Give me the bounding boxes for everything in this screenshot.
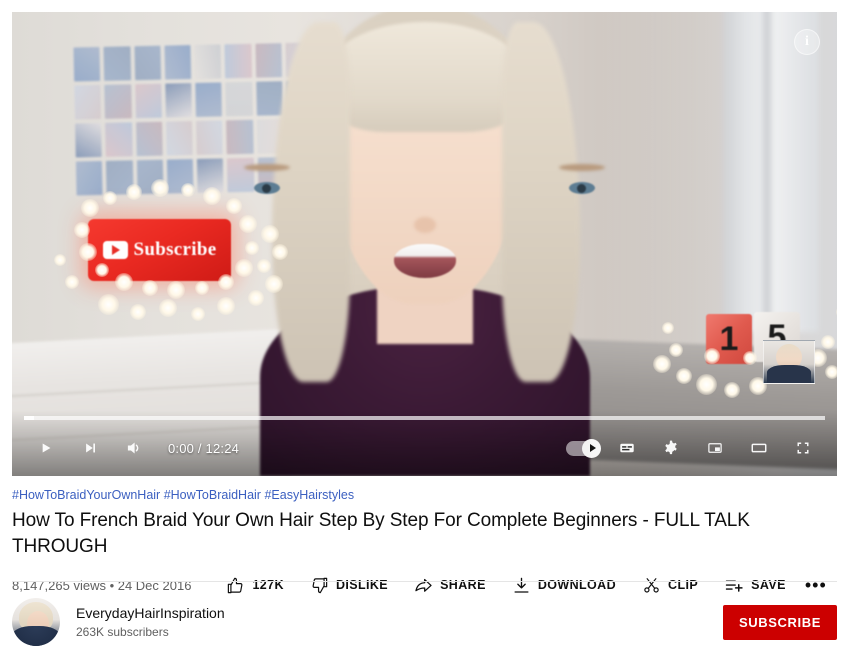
control-bar: 0:00 / 12:24 [12, 428, 837, 468]
thumbs-up-icon [226, 576, 245, 595]
miniplayer-icon[interactable] [695, 428, 735, 468]
window-frame [723, 12, 819, 332]
video-title: How To French Braid Your Own Hair Step B… [12, 510, 750, 557]
subscribe-lightbox: Subscribe [88, 219, 231, 281]
autoplay-toggle[interactable] [563, 428, 603, 468]
wall-photo [135, 121, 163, 157]
youtube-watch-page: Subscribe 1 5 i 0:00 / 12:24 #HowToBraid… [0, 0, 849, 658]
channel-name[interactable]: EverydayHairInspiration [76, 603, 225, 623]
wall-photo [224, 43, 252, 79]
wall-photo [74, 84, 102, 120]
settings-gear-icon[interactable] [651, 428, 691, 468]
view-count-and-date: 8,147,265 views • 24 Dec 2016 [12, 577, 192, 593]
wall-photo [104, 84, 132, 119]
wall-photo [226, 119, 254, 155]
subscriber-count: 263K subscribers [76, 625, 169, 639]
video-player[interactable]: Subscribe 1 5 i 0:00 / 12:24 [12, 12, 837, 476]
autoplay-knob [582, 438, 601, 458]
video-preview-thumbnail[interactable] [763, 340, 815, 384]
hashtag-list: #HowToBraidYourOwnHair #HowToBraidHair #… [12, 486, 837, 504]
wall-photo [106, 160, 134, 195]
wall-photo [196, 120, 223, 155]
volume-button[interactable] [114, 428, 154, 468]
channel-info: EverydayHairInspiration 263K subscribers [76, 603, 225, 641]
lightbox-label: Subscribe [133, 239, 217, 260]
wall-photo [133, 45, 161, 81]
subtitles-icon[interactable] [607, 428, 647, 468]
wall-photo [73, 46, 101, 82]
download-arrow-icon [512, 576, 531, 595]
control-bar-left: 0:00 / 12:24 [26, 428, 243, 468]
thumbs-down-icon [310, 576, 329, 595]
wall-photo [227, 157, 255, 193]
video-frame: Subscribe 1 5 [12, 12, 837, 476]
subscribe-button[interactable]: SUBSCRIBE [723, 604, 837, 640]
wall-photo [166, 159, 194, 194]
wall-photo [75, 122, 103, 158]
hashtag-link[interactable]: #EasyHairstyles [264, 488, 354, 502]
wall-photo [136, 159, 164, 195]
info-icon[interactable]: i [794, 29, 820, 55]
progress-bar[interactable] [24, 416, 825, 420]
wall-photo [164, 45, 192, 80]
share-arrow-icon [414, 576, 433, 595]
wall-photo [195, 82, 223, 117]
player-controls-overlay: 0:00 / 12:24 [12, 410, 837, 476]
play-button[interactable] [26, 428, 66, 468]
wall-photo [165, 121, 193, 156]
theater-mode-icon[interactable] [739, 428, 779, 468]
decor-block-one: 1 [706, 314, 752, 364]
hashtag-link[interactable]: #HowToBraidYourOwnHair [12, 488, 160, 502]
progress-played [24, 416, 34, 420]
wall-photo [165, 83, 192, 118]
progress-loaded [24, 416, 825, 420]
wall-photo [134, 83, 162, 119]
fullscreen-icon[interactable] [783, 428, 823, 468]
scissors-icon [642, 576, 661, 595]
video-meta-section: #HowToBraidYourOwnHair #HowToBraidHair #… [12, 486, 837, 601]
control-bar-right [563, 428, 823, 468]
wall-photo [225, 81, 253, 117]
channel-row: EverydayHairInspiration 263K subscribers… [12, 596, 837, 648]
time-display: 0:00 / 12:24 [168, 440, 240, 456]
next-video-button[interactable] [70, 428, 110, 468]
wall-photo [105, 122, 133, 157]
wall-photo [196, 158, 224, 193]
wall-photo [194, 44, 222, 79]
hashtag-link[interactable]: #HowToBraidHair [164, 488, 261, 502]
section-divider [12, 581, 837, 582]
channel-avatar[interactable] [12, 598, 60, 646]
youtube-play-icon [102, 241, 128, 259]
wall-photo [103, 46, 131, 81]
save-to-playlist-icon [724, 576, 744, 595]
wall-photo [75, 160, 103, 196]
